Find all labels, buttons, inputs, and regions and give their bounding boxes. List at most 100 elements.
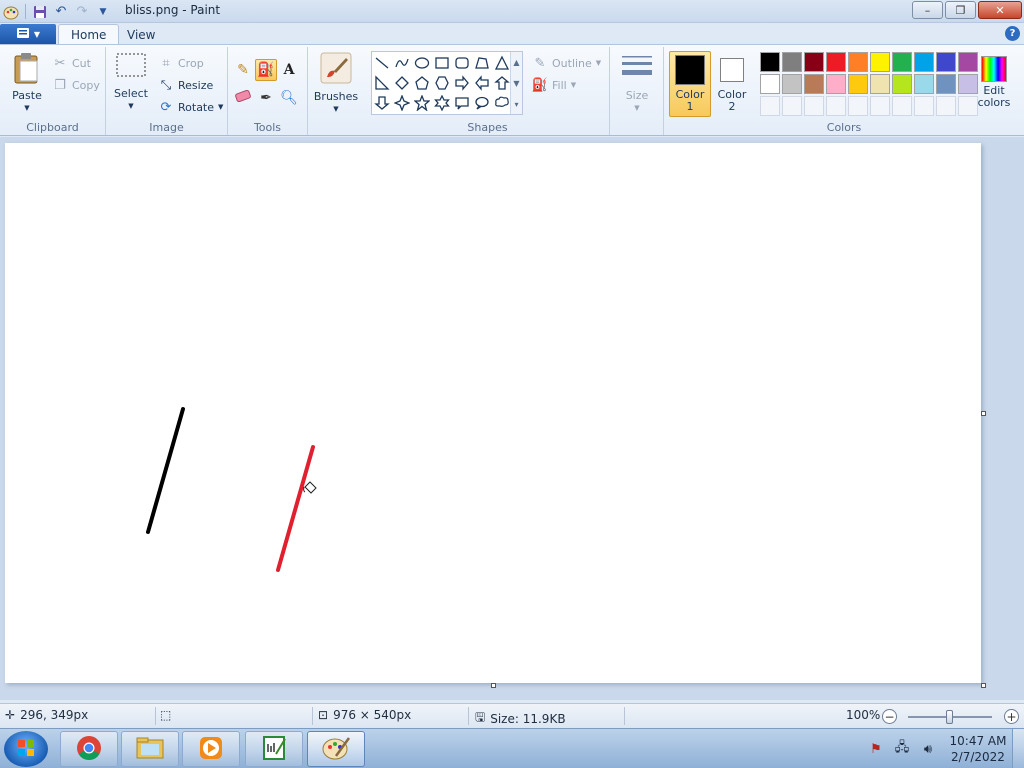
palette-swatch[interactable] — [848, 52, 868, 72]
copy-button[interactable]: ❐ Copy — [52, 75, 100, 95]
shape-polygon[interactable] — [472, 53, 492, 73]
tab-view[interactable]: View — [115, 24, 167, 45]
network-icon[interactable]: 🖧 — [892, 739, 912, 759]
palette-custom-slot[interactable] — [804, 96, 824, 116]
shape-oval[interactable] — [412, 53, 432, 73]
crop-button[interactable]: ⌗ Crop — [158, 53, 203, 73]
shape-six-point-star[interactable] — [432, 93, 452, 113]
shape-curve[interactable] — [392, 53, 412, 73]
resize-button[interactable]: ⤡ Resize — [158, 75, 213, 95]
shapes-scroll-up[interactable]: ▲ — [510, 52, 522, 73]
paint-menu-button[interactable]: ▼ — [0, 24, 56, 44]
undo-icon[interactable]: ↶ — [52, 3, 70, 21]
shape-cloud-callout[interactable] — [492, 93, 512, 113]
resize-handle-corner[interactable] — [981, 683, 986, 688]
palette-custom-slot[interactable] — [760, 96, 780, 116]
customize-qat-icon[interactable]: ▼ — [94, 3, 112, 21]
eraser-tool[interactable] — [232, 87, 254, 109]
taskbar-paint[interactable] — [307, 731, 365, 767]
palette-swatch[interactable] — [914, 52, 934, 72]
shape-up-arrow[interactable] — [492, 73, 512, 93]
palette-custom-slot[interactable] — [936, 96, 956, 116]
palette-swatch[interactable] — [782, 52, 802, 72]
magnifier-tool[interactable]: 🔍︎ — [278, 87, 300, 109]
palette-custom-slot[interactable] — [782, 96, 802, 116]
palette-swatch[interactable] — [870, 52, 890, 72]
size-button[interactable]: Size ▼ — [617, 51, 657, 114]
shapes-expand[interactable]: ▾ — [510, 94, 522, 114]
zoom-out-button[interactable]: − — [882, 709, 897, 724]
fill-tool[interactable]: ⛽ — [255, 59, 277, 81]
palette-custom-slot[interactable] — [870, 96, 890, 116]
color-picker-tool[interactable]: ✒ — [255, 87, 277, 109]
text-tool[interactable]: A — [278, 59, 300, 81]
edit-colors-button[interactable]: Edit colors — [974, 51, 1014, 117]
shape-line[interactable] — [372, 53, 392, 73]
taskbar-file-explorer[interactable] — [121, 731, 179, 767]
select-button[interactable]: Select ▼ — [112, 51, 150, 112]
rotate-button[interactable]: ⟳ Rotate ▼ — [158, 97, 224, 117]
color-2-button[interactable]: Color 2 — [711, 51, 753, 117]
zoom-in-button[interactable]: + — [1004, 709, 1019, 724]
fill-button[interactable]: ⛽ Fill ▼ — [532, 75, 576, 95]
redo-icon[interactable]: ↷ — [73, 3, 91, 21]
brushes-button[interactable]: Brushes ▼ — [314, 51, 358, 115]
palette-swatch[interactable] — [848, 74, 868, 94]
shape-right-triangle[interactable] — [372, 73, 392, 93]
palette-swatch[interactable] — [804, 74, 824, 94]
palette-custom-slot[interactable] — [914, 96, 934, 116]
maximize-button[interactable]: ❐ — [945, 1, 976, 19]
palette-swatch[interactable] — [870, 74, 890, 94]
save-icon[interactable] — [31, 3, 49, 21]
shape-pentagon[interactable] — [412, 73, 432, 93]
clock[interactable]: 10:47 AM 2/7/2022 — [944, 733, 1012, 765]
color-1-button[interactable]: Color 1 — [669, 51, 711, 117]
palette-swatch[interactable] — [936, 52, 956, 72]
drawing-canvas[interactable] — [5, 143, 981, 683]
zoom-slider-thumb[interactable] — [946, 710, 953, 724]
shape-left-arrow[interactable] — [472, 73, 492, 93]
outline-button[interactable]: ✎ Outline ▼ — [532, 53, 602, 73]
taskbar-notepad[interactable] — [245, 731, 303, 767]
palette-swatch[interactable] — [936, 74, 956, 94]
palette-custom-slot[interactable] — [892, 96, 912, 116]
palette-swatch[interactable] — [892, 74, 912, 94]
palette-swatch[interactable] — [892, 52, 912, 72]
shape-five-point-star[interactable] — [412, 93, 432, 113]
cut-button[interactable]: ✂ Cut — [52, 53, 91, 73]
palette-custom-slot[interactable] — [848, 96, 868, 116]
close-button[interactable]: ✕ — [978, 1, 1022, 19]
palette-swatch[interactable] — [760, 52, 780, 72]
shapes-scroll-down[interactable]: ▼ — [510, 73, 522, 94]
shape-rect-callout[interactable] — [452, 93, 472, 113]
palette-swatch[interactable] — [804, 52, 824, 72]
palette-swatch[interactable] — [782, 74, 802, 94]
taskbar-media-player[interactable] — [182, 731, 240, 767]
resize-handle-bottom[interactable] — [491, 683, 496, 688]
shape-four-point-star[interactable] — [392, 93, 412, 113]
shape-diamond[interactable] — [392, 73, 412, 93]
start-button[interactable] — [4, 731, 48, 767]
resize-handle-right[interactable] — [981, 411, 986, 416]
volume-icon[interactable]: 🔊︎ — [918, 739, 938, 759]
paste-button[interactable]: Paste ▼ — [8, 51, 46, 114]
taskbar-chrome[interactable] — [60, 731, 118, 767]
palette-custom-slot[interactable] — [826, 96, 846, 116]
palette-swatch[interactable] — [914, 74, 934, 94]
shape-right-arrow[interactable] — [452, 73, 472, 93]
minimize-button[interactable]: – — [912, 1, 943, 19]
paint-app-icon[interactable] — [2, 3, 20, 21]
palette-swatch[interactable] — [826, 52, 846, 72]
help-icon[interactable]: ? — [1005, 26, 1020, 41]
shape-oval-callout[interactable] — [472, 93, 492, 113]
show-desktop-button[interactable] — [1012, 729, 1024, 768]
pencil-tool[interactable]: ✎ — [232, 59, 254, 81]
tab-home[interactable]: Home — [58, 24, 120, 45]
shape-rectangle[interactable] — [432, 53, 452, 73]
shape-rounded-rectangle[interactable] — [452, 53, 472, 73]
shape-triangle[interactable] — [492, 53, 512, 73]
shape-down-arrow[interactable] — [372, 93, 392, 113]
palette-swatch[interactable] — [826, 74, 846, 94]
shape-hexagon[interactable] — [432, 73, 452, 93]
action-center-flag-icon[interactable]: ⚑ — [866, 739, 886, 759]
